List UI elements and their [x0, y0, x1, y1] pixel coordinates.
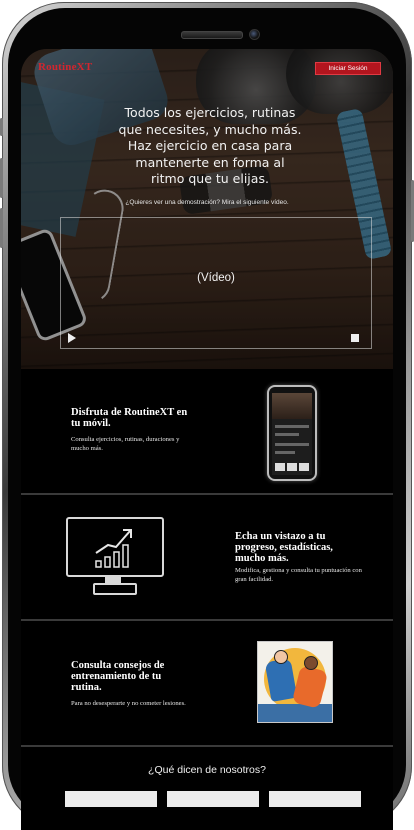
- mobile-preview-tile: [299, 463, 309, 471]
- hero-section: RoutineXT Iniciar Sesión Todos los ejerc…: [21, 49, 393, 369]
- feature-progress-title: Echa un vistazo a tu progreso, estadísti…: [235, 531, 333, 564]
- feature-tips-text: Para no desesperarte y no cometer lesion…: [71, 700, 186, 707]
- mobile-preview-tile: [275, 463, 285, 471]
- demo-prompt: ¿Quieres ver una demostración? Mira el s…: [125, 199, 289, 206]
- feature-tips: Consulta consejos de entrenamiento de tu…: [21, 621, 393, 745]
- growth-chart-graphic: [95, 529, 132, 568]
- mobile-preview-image: [267, 385, 317, 481]
- stop-icon[interactable]: [351, 334, 359, 342]
- mobile-preview-row: [275, 443, 309, 446]
- earpiece-speaker: [181, 31, 243, 39]
- mobile-preview-row: [275, 425, 309, 428]
- feature-progress-text: Modifica, gestiona y consulta tu puntuac…: [235, 567, 362, 583]
- brand-logo[interactable]: RoutineXT: [38, 61, 92, 73]
- testimonial-card[interactable]: [167, 791, 259, 807]
- hero-headline: Todos los ejercicios, rutinas que necesi…: [118, 105, 302, 186]
- illustration-floor: [258, 704, 332, 722]
- screen: RoutineXT Iniciar Sesión Todos los ejerc…: [21, 49, 393, 830]
- monitor-stand: [105, 575, 121, 583]
- feature-tips-title: Consulta consejos de entrenamiento de tu…: [71, 660, 165, 693]
- training-tips-illustration: [257, 641, 333, 723]
- feature-mobile-title: Disfruta de RoutineXT en tu móvil.: [71, 407, 188, 429]
- video-player[interactable]: (Vídeo): [60, 217, 372, 349]
- illustration-head: [274, 650, 288, 664]
- mobile-preview-row: [275, 433, 299, 436]
- testimonial-card[interactable]: [65, 791, 157, 807]
- testimonials-title: ¿Qué dicen de nosotros?: [148, 764, 266, 776]
- feature-mobile-text: Consulta ejercicios, rutinas, duraciones…: [71, 436, 180, 452]
- front-camera: [249, 29, 260, 40]
- login-button[interactable]: Iniciar Sesión: [315, 62, 381, 75]
- monitor-base: [93, 583, 137, 595]
- feature-progress: Echa un vistazo a tu progreso, estadísti…: [21, 495, 393, 619]
- play-icon[interactable]: [68, 333, 76, 343]
- testimonial-card[interactable]: [269, 791, 361, 807]
- volume-up-button: [0, 158, 3, 198]
- mobile-preview-screen: [272, 393, 312, 475]
- mobile-preview-tile: [287, 463, 297, 471]
- chart-icon: [66, 517, 164, 577]
- feature-mobile: Disfruta de RoutineXT en tu móvil. Consu…: [21, 369, 393, 493]
- illustration-head: [304, 656, 318, 670]
- mobile-preview-row: [275, 451, 295, 454]
- volume-down-button: [0, 208, 3, 248]
- video-label: (Vídeo): [197, 272, 235, 284]
- testimonials-section: ¿Qué dicen de nosotros?: [21, 747, 393, 830]
- mute-switch: [0, 118, 3, 136]
- mobile-preview-hero: [272, 393, 312, 419]
